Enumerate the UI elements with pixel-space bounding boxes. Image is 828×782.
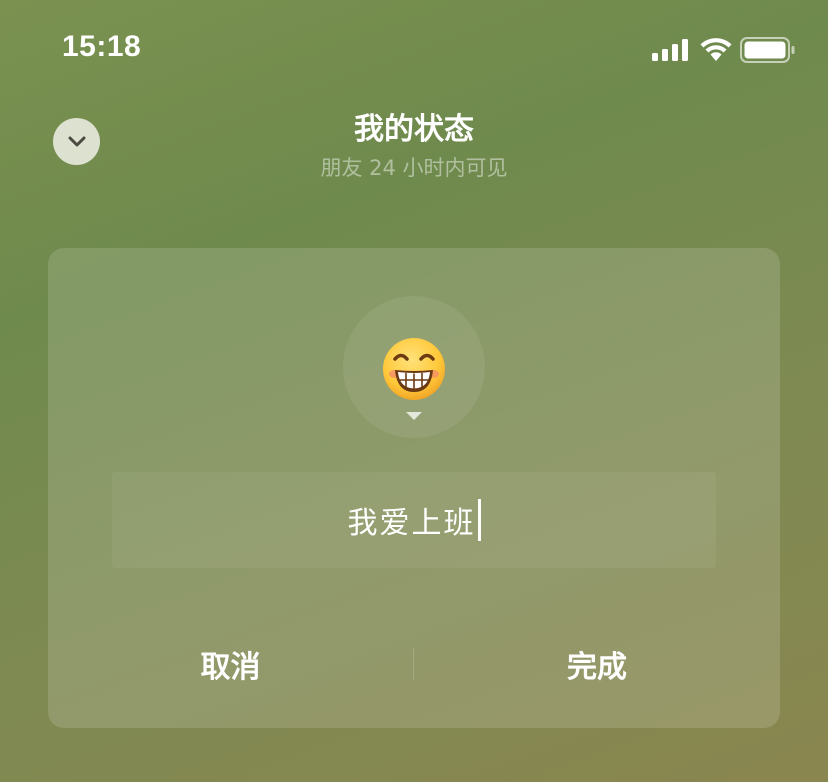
page-title: 我的状态 (354, 112, 474, 147)
grinning-face-emoji (383, 338, 445, 400)
done-button[interactable]: 完成 (414, 628, 780, 700)
page-subtitle: 朋友 24 小时内可见 (320, 156, 508, 180)
caret-down-icon (406, 412, 422, 420)
cancel-button[interactable]: 取消 (48, 628, 413, 700)
cellular-signal-icon (652, 39, 688, 61)
status-bar: 15:18 (0, 0, 828, 96)
status-time: 15:18 (62, 30, 142, 63)
text-cursor (477, 499, 481, 541)
status-text-value: 我爱上班 (347, 506, 476, 541)
wifi-icon (700, 38, 732, 61)
status-text-input[interactable]: 我爱上班 (112, 472, 716, 568)
battery-icon (740, 37, 795, 63)
